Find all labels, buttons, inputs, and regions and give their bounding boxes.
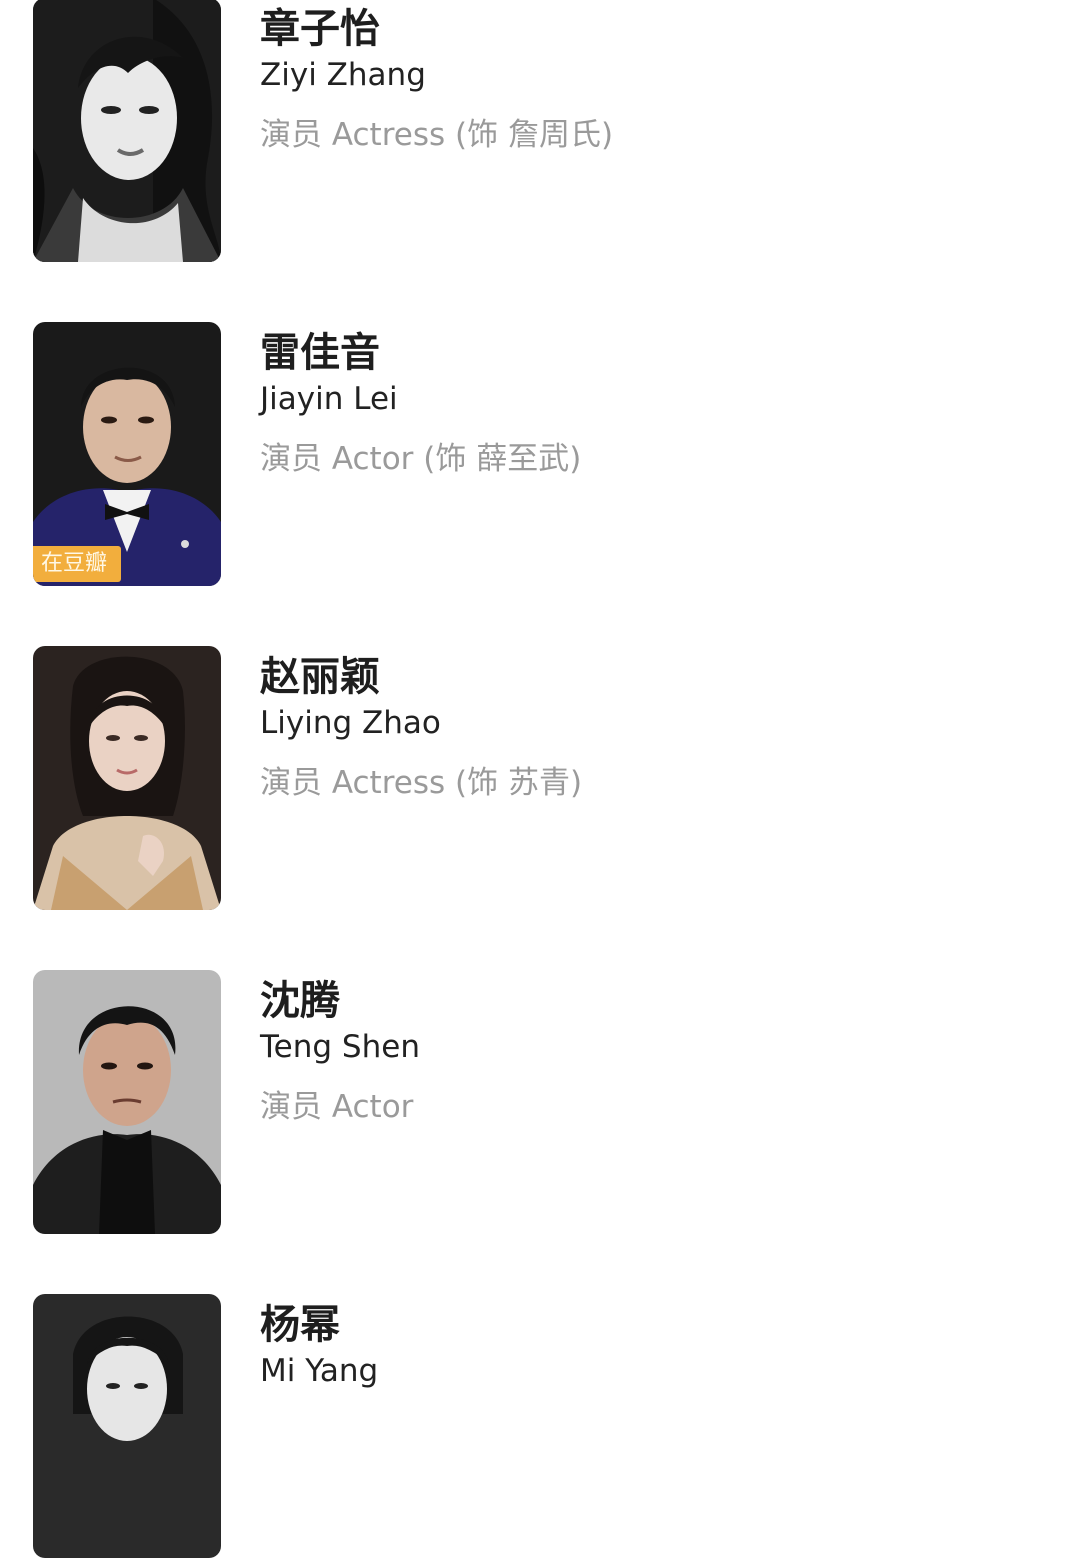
portrait-photo-woman-bw (33, 0, 221, 262)
cast-item[interactable]: 在豆瓣 雷佳音 Jiayin Lei 演员 Actor (饰 薛至武) (33, 322, 1033, 586)
cast-item[interactable]: 杨幂 Mi Yang (33, 1294, 1033, 1558)
portrait-photo[interactable]: 在豆瓣 (33, 322, 221, 586)
portrait-photo[interactable] (33, 0, 221, 262)
actor-role: 演员 Actress (饰 詹周氏) (260, 117, 614, 153)
portrait-photo[interactable] (33, 646, 221, 910)
cast-item[interactable]: 赵丽颖 Liying Zhao 演员 Actress (饰 苏青) (33, 646, 1033, 910)
portrait-photo-woman-bw (33, 1294, 221, 1558)
actor-name-chinese[interactable]: 杨幂 (260, 1292, 340, 1350)
actor-name-chinese[interactable]: 沈腾 (260, 968, 340, 1026)
douban-badge[interactable]: 在豆瓣 (33, 546, 122, 582)
actor-name-english: Liying Zhao (260, 705, 441, 741)
portrait-photo[interactable] (33, 970, 221, 1234)
portrait-photo-woman-gold-dress (33, 646, 221, 910)
portrait-photo[interactable] (33, 1294, 221, 1558)
actor-name-english: Jiayin Lei (260, 381, 398, 417)
actor-name-english: Teng Shen (260, 1029, 420, 1065)
actor-name-chinese[interactable]: 章子怡 (260, 0, 380, 54)
actor-name-chinese[interactable]: 雷佳音 (260, 320, 380, 378)
portrait-photo-man-dark-suit (33, 970, 221, 1234)
cast-item[interactable]: 章子怡 Ziyi Zhang 演员 Actress (饰 詹周氏) (33, 0, 1033, 262)
actor-name-chinese[interactable]: 赵丽颖 (260, 644, 380, 702)
actor-role: 演员 Actor (饰 薛至武) (260, 441, 582, 477)
actor-role: 演员 Actress (饰 苏青) (260, 765, 583, 801)
actor-name-english: Ziyi Zhang (260, 57, 426, 93)
actor-role: 演员 Actor (260, 1089, 414, 1125)
cast-item[interactable]: 沈腾 Teng Shen 演员 Actor (33, 970, 1033, 1234)
actor-name-english: Mi Yang (260, 1353, 379, 1389)
